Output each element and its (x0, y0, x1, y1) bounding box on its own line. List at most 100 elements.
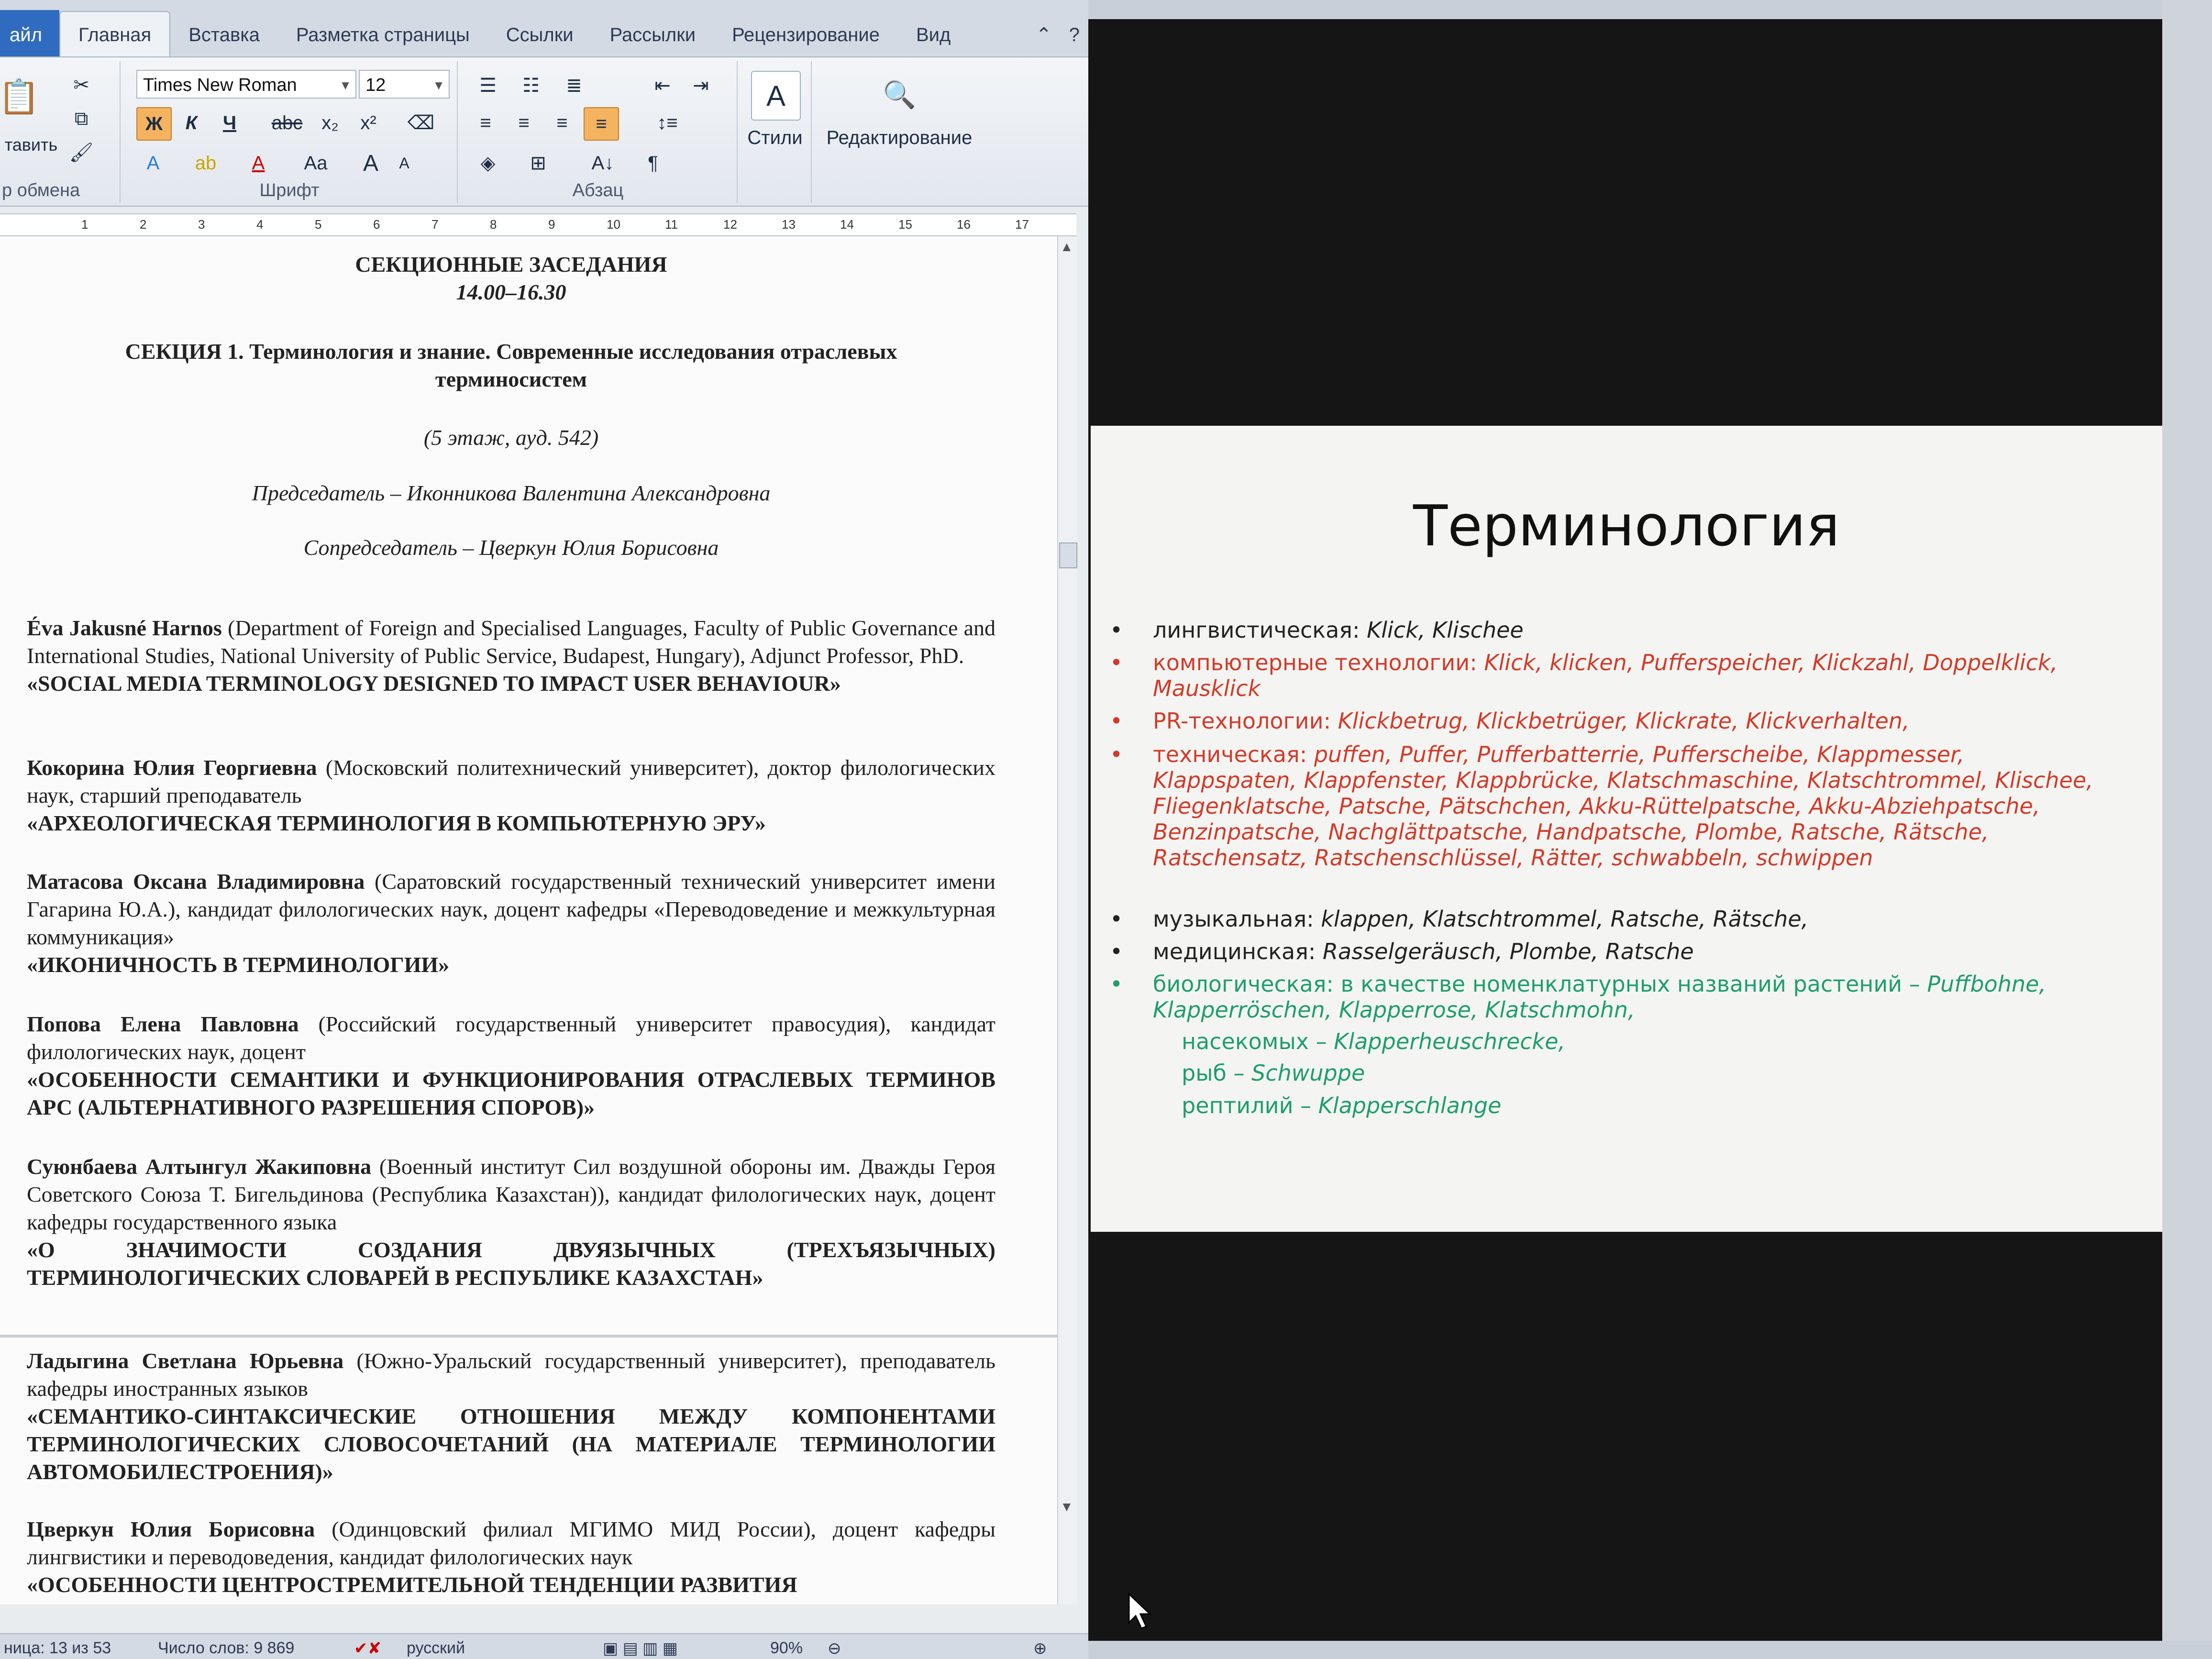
align-right-icon[interactable]: ≡ (545, 107, 579, 139)
slide-bullet: • техническая: puffen, Puffer, Pufferbat… (1110, 741, 2093, 871)
italic-button[interactable]: К (175, 107, 208, 139)
language-indicator[interactable]: русский (407, 1639, 465, 1658)
doc-section-title: СЕКЦИЯ 1. Терминология и знание. Совреме… (125, 339, 897, 391)
bullet-label: биологическая: в качестве номенклатурных… (1153, 971, 1927, 997)
tab-mailings[interactable]: Рассылки (592, 24, 714, 56)
paste-icon[interactable]: 📋 (0, 71, 40, 123)
entry-title: «SOCIAL MEDIA TERMINOLOGY DESIGNED TO IM… (27, 671, 841, 696)
copy-icon[interactable]: ⧉ (67, 104, 96, 133)
paste-button[interactable]: тавить (0, 133, 62, 157)
font-group: Times New Roman ▼ 12 ▼ Ж К Ч abc x₂ x² ⌫ A… (122, 61, 458, 203)
ruler-tick: 2 (140, 217, 147, 232)
borders-icon[interactable]: ⊞ (517, 147, 560, 179)
tab-page-layout[interactable]: Разметка страницы (278, 24, 488, 56)
multilevel-list-icon[interactable]: ≣ (555, 70, 593, 101)
increase-indent-icon[interactable]: ⇥ (684, 70, 718, 101)
proofing-icon[interactable]: ✔✘ (354, 1639, 381, 1658)
decrease-indent-icon[interactable]: ⇤ (646, 70, 679, 101)
text-effects-icon[interactable]: A (136, 147, 170, 179)
minimize-ribbon-icon[interactable]: ⌃ (1027, 24, 1061, 56)
scroll-up-icon[interactable]: ▲ (1060, 239, 1073, 254)
horizontal-ruler[interactable]: 1 2 3 4 5 6 7 8 9 10 11 12 13 14 15 16 17 (0, 213, 1076, 236)
underline-button[interactable]: Ч (213, 107, 246, 139)
binoculars-icon[interactable]: 🔍 (875, 71, 923, 119)
view-mode-icons[interactable]: ▣ ▤ ▥ ▦ (603, 1639, 678, 1658)
font-color-icon[interactable]: A (242, 147, 275, 179)
slide-subline: рептилий – Klapperschlange (1182, 1093, 2090, 1118)
subscript-button[interactable]: x₂ (313, 107, 347, 139)
entry-name: Ладыгина Светлана Юрьевна (27, 1349, 344, 1373)
doc-entry: Кокорина Юлия Георгиевна (Московский пол… (27, 754, 995, 837)
entry-title: «О ЗНАЧИМОСТИ СОЗДАНИЯ ДВУЯЗЫЧНЫХ (ТРЕХЪ… (27, 1238, 995, 1290)
ruler-tick: 14 (840, 217, 854, 232)
chevron-down-icon: ▼ (339, 78, 352, 92)
help-icon[interactable]: ? (1061, 24, 1088, 56)
font-name-combo[interactable]: Times New Roman ▼ (136, 70, 356, 99)
entry-title: «АРХЕОЛОГИЧЕСКАЯ ТЕРМИНОЛОГИЯ В КОМПЬЮТЕ… (27, 811, 766, 835)
highlight-icon[interactable]: ab (189, 147, 222, 179)
line-spacing-icon[interactable]: ↕≡ (646, 107, 689, 139)
tab-view[interactable]: Вид (898, 24, 969, 56)
entry-name: Цверкун Юлия Борисовна (27, 1517, 315, 1541)
tab-references[interactable]: Ссылки (488, 24, 592, 56)
word-count[interactable]: Число слов: 9 869 (158, 1639, 294, 1658)
vertical-scrollbar[interactable]: ▲ ▼ (1057, 236, 1077, 1604)
clipboard-group: 📋 тавить ✂ ⧉ 🖌 р обмена (0, 61, 121, 203)
change-case-button[interactable]: Aa (294, 147, 337, 179)
entry-title: «ИКОНИЧНОСТЬ В ТЕРМИНОЛОГИИ» (27, 952, 450, 977)
cut-icon[interactable]: ✂ (67, 71, 96, 100)
grow-font-button[interactable]: A (356, 147, 385, 179)
tab-home[interactable]: Главная (59, 11, 171, 56)
shading-icon[interactable]: ◈ (469, 147, 507, 179)
scroll-down-icon[interactable]: ▼ (1060, 1499, 1073, 1515)
strikethrough-button[interactable]: abc (265, 107, 309, 139)
bullets-icon[interactable]: ☰ (469, 70, 507, 101)
doc-entry: Ладыгина Светлана Юрьевна (Южно-Уральски… (27, 1347, 995, 1486)
doc-location: (5 этаж, ауд. 542) (423, 425, 599, 450)
slide-bullet: • биологическая: в качестве номенклатурн… (1110, 971, 2046, 1023)
window-frame (2162, 0, 2212, 1659)
show-marks-button[interactable]: ¶ (636, 147, 670, 179)
bullet-label: музыкальная: (1153, 906, 1321, 932)
subline-terms: Klapperheuschrecke, (1334, 1029, 1566, 1054)
entry-name: Éva Jakusné Harnos (27, 616, 222, 640)
numbering-icon[interactable]: ☷ (512, 70, 550, 101)
styles-icon[interactable]: A (751, 71, 801, 121)
page-count[interactable]: ница: 13 из 53 (4, 1639, 111, 1658)
bullet-terms: Klickbetrug, Klickbetrüger, Klickrate, K… (1338, 708, 1910, 734)
entry-title: «ОСОБЕННОСТИ СЕМАНТИКИ И ФУНКЦИОНИРОВАНИ… (27, 1067, 995, 1119)
bullet-label: лингвистическая: (1153, 617, 1367, 643)
tab-file[interactable]: айл (0, 10, 59, 56)
doc-chair: Председатель – Иконникова Валентина Алек… (252, 481, 771, 505)
styles-group[interactable]: A Стили (739, 61, 812, 203)
doc-entry: Матасова Оксана Владимировна (Саратовски… (27, 868, 995, 979)
tab-insert[interactable]: Вставка (170, 24, 278, 56)
format-painter-icon[interactable]: 🖌 (67, 138, 96, 166)
shrink-font-button[interactable]: A (390, 147, 419, 179)
clear-format-icon[interactable]: ⌫ (404, 107, 438, 139)
ruler-tick: 9 (548, 217, 555, 232)
editing-group[interactable]: 🔍 Редактирование (813, 61, 985, 203)
sort-button[interactable]: A↓ (584, 147, 622, 179)
font-size-combo[interactable]: 12 ▼ (359, 70, 450, 99)
entry-name: Матасова Оксана Владимировна (27, 869, 365, 894)
justify-icon[interactable]: ≡ (584, 107, 619, 141)
bold-button[interactable]: Ж (136, 107, 172, 141)
scroll-thumb[interactable] (1059, 542, 1077, 568)
slide[interactable]: Терминология • лингвистическая: Klick, K… (1091, 426, 2162, 1232)
zoom-out-icon[interactable]: ⊖ (828, 1639, 841, 1658)
slide-subline: рыб – Schwuppe (1182, 1060, 2090, 1086)
bullet-label: PR-технологии: (1153, 708, 1338, 734)
align-left-icon[interactable]: ≡ (469, 107, 502, 139)
document-page[interactable]: СЕКЦИОННЫЕ ЗАСЕДАНИЯ 14.00–16.30 СЕКЦИЯ … (0, 236, 1057, 1604)
ruler-tick: 15 (898, 217, 912, 232)
superscript-button[interactable]: x² (352, 107, 385, 139)
align-center-icon[interactable]: ≡ (507, 107, 541, 139)
zoom-in-icon[interactable]: ⊕ (1033, 1639, 1047, 1658)
zoom-level[interactable]: 90% (770, 1639, 803, 1658)
ruler-tick: 1 (81, 217, 88, 232)
subline-terms: Schwuppe (1251, 1060, 1365, 1086)
paragraph-group: ☰ ☷ ≣ ⇤ ⇥ ≡ ≡ ≡ ≡ ↕≡ ◈ ⊞ A↓ ¶ Абзац (459, 61, 738, 203)
tab-review[interactable]: Рецензирование (714, 24, 898, 56)
font-name-value: Times New Roman (143, 75, 297, 95)
